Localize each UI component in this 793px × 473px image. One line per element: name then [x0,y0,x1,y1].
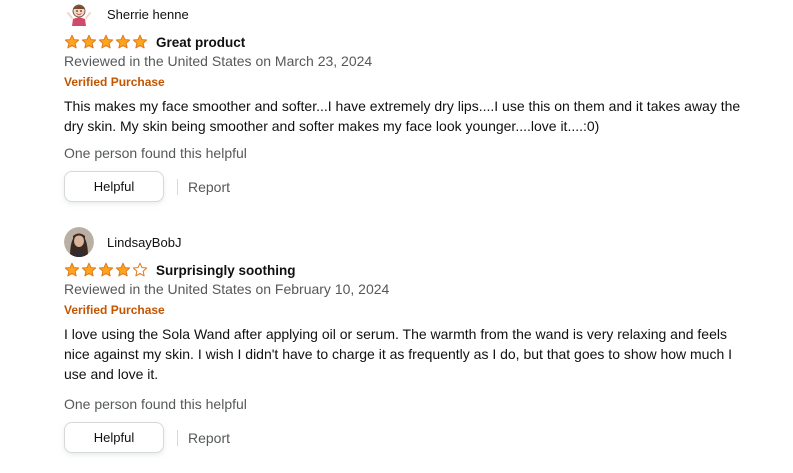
review-actions: Helpful Report [64,422,230,453]
review-date: Reviewed in the United States on March 2… [64,53,373,69]
star-rating[interactable] [64,262,148,278]
review-date: Reviewed in the United States on Februar… [64,281,390,297]
helpful-count: One person found this helpful [64,145,247,161]
reviewer-profile[interactable]: Sherrie henne [64,0,189,29]
star-filled-icon [81,262,97,277]
rating-row: Great product [64,32,245,52]
report-link[interactable]: Report [188,430,230,446]
star-filled-icon [115,262,131,277]
verified-purchase-badge: Verified Purchase [64,75,165,89]
review-actions: Helpful Report [64,171,230,202]
report-link[interactable]: Report [188,179,230,195]
star-filled-icon [98,262,114,277]
divider [177,178,178,195]
helpful-button[interactable]: Helpful [64,422,164,453]
star-empty-icon [132,262,148,277]
reviewer-profile[interactable]: LindsayBobJ [64,227,181,257]
star-filled-icon [98,34,114,49]
profile-name[interactable]: LindsayBobJ [107,235,181,250]
star-filled-icon [132,34,148,49]
profile-name[interactable]: Sherrie henne [107,7,189,22]
divider [177,429,178,446]
star-filled-icon [115,34,131,49]
review-body: I love using the Sola Wand after applyin… [64,326,733,382]
review-title[interactable]: Surprisingly soothing [156,263,296,278]
star-rating[interactable] [64,34,148,50]
helpful-count: One person found this helpful [64,396,247,412]
photo-avatar-icon [64,227,94,257]
rating-row: Surprisingly soothing [64,260,296,280]
verified-purchase-badge: Verified Purchase [64,303,165,317]
helpful-button[interactable]: Helpful [64,171,164,202]
star-filled-icon [81,34,97,49]
star-filled-icon [64,262,80,277]
review-body: This makes my face smoother and softer..… [64,98,741,134]
cartoon-avatar-icon [64,0,94,29]
star-filled-icon [64,34,80,49]
review-title[interactable]: Great product [156,35,245,50]
